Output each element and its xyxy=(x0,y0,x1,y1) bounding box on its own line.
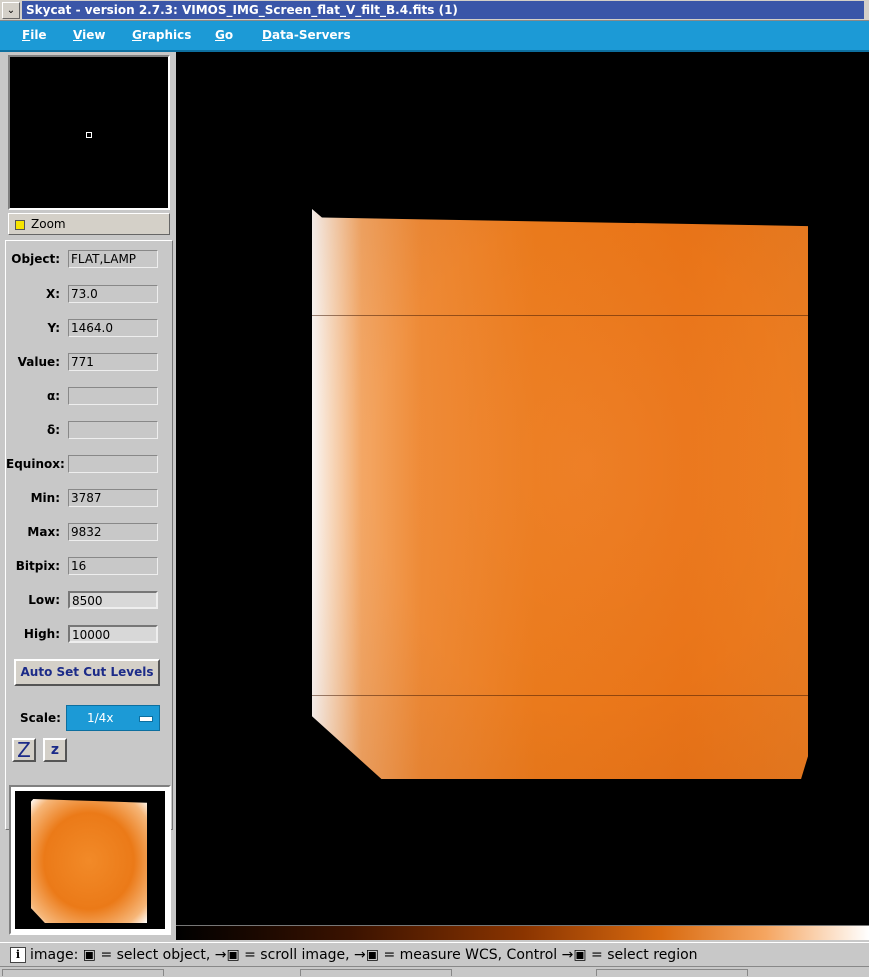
thumbnail-background xyxy=(15,791,165,929)
max-label: Max: xyxy=(27,525,60,539)
value-label: Value: xyxy=(17,355,60,369)
menu-graphics[interactable]: Graphics xyxy=(132,28,191,42)
chevron-down-icon[interactable]: ⌄ xyxy=(2,2,20,19)
zoom-indicator-icon xyxy=(15,220,25,230)
object-field: FLAT,LAMP xyxy=(68,250,158,268)
status-bar: i image: ▣ = select object, →▣ = scroll … xyxy=(0,942,869,967)
image-display[interactable] xyxy=(176,52,869,925)
detector-row-line xyxy=(312,695,808,696)
alpha-label: α: xyxy=(46,389,60,403)
auto-set-cut-levels-button[interactable]: Auto Set Cut Levels xyxy=(14,659,160,686)
zoom-out-button[interactable]: z xyxy=(43,738,67,762)
title-bar: ⌄ Skycat - version 2.7.3: VIMOS_IMG_Scre… xyxy=(0,0,869,21)
zoom-label: Zoom xyxy=(31,217,66,231)
equinox-field xyxy=(68,455,158,473)
image-shading xyxy=(312,209,808,779)
taskbar-segment xyxy=(596,969,748,976)
object-label: Object: xyxy=(11,252,60,266)
info-icon: i xyxy=(10,947,26,963)
menu-view[interactable]: View xyxy=(73,28,105,42)
y-field: 1464.0 xyxy=(68,319,158,337)
high-cut-input[interactable]: 10000 xyxy=(68,625,158,643)
alpha-field xyxy=(68,387,158,405)
menu-go[interactable]: Go xyxy=(215,28,233,42)
taskbar-segment xyxy=(2,969,164,976)
value-field: 771 xyxy=(68,353,158,371)
menu-data-servers[interactable]: Data-Servers xyxy=(262,28,351,42)
taskbar-segment xyxy=(300,969,452,976)
high-label: High: xyxy=(23,627,60,641)
x-label: X: xyxy=(45,287,60,301)
y-label: Y: xyxy=(47,321,60,335)
option-menu-indicator-icon xyxy=(139,716,153,722)
flat-field-image[interactable] xyxy=(312,209,808,779)
menu-bar: File View Graphics Go Data-Servers xyxy=(0,21,869,52)
x-field: 73.0 xyxy=(68,285,158,303)
thumbnail-panner[interactable] xyxy=(9,785,171,935)
zoom-in-button[interactable]: Z xyxy=(12,738,36,762)
delta-label: δ: xyxy=(46,423,60,437)
bitpix-field: 16 xyxy=(68,557,158,575)
pan-marker[interactable] xyxy=(86,132,92,138)
control-panel: Zoom Object: FLAT,LAMP X: 73.0 Y: 1464.0… xyxy=(0,52,176,942)
min-field: 3787 xyxy=(68,489,158,507)
info-panel: Object: FLAT,LAMP X: 73.0 Y: 1464.0 Valu… xyxy=(5,240,173,830)
low-label: Low: xyxy=(28,593,60,607)
pan-window[interactable] xyxy=(8,55,170,210)
colorbar[interactable] xyxy=(176,925,869,940)
menu-file[interactable]: File xyxy=(22,28,47,42)
scale-label: Scale: xyxy=(20,711,61,725)
window-title: Skycat - version 2.7.3: VIMOS_IMG_Screen… xyxy=(22,1,864,19)
zoom-toggle[interactable]: Zoom xyxy=(8,213,170,235)
min-label: Min: xyxy=(30,491,60,505)
equinox-label: Equinox: xyxy=(6,457,65,471)
bitpix-label: Bitpix: xyxy=(15,559,60,573)
delta-field xyxy=(68,421,158,439)
max-field: 9832 xyxy=(68,523,158,541)
detector-row-line xyxy=(312,315,808,316)
scale-value: 1/4x xyxy=(87,711,114,725)
taskbar-strip xyxy=(0,966,869,977)
low-cut-input[interactable]: 8500 xyxy=(68,591,158,609)
scale-select[interactable]: 1/4x xyxy=(66,705,160,731)
thumbnail-image xyxy=(31,799,147,923)
status-text: image: ▣ = select object, →▣ = scroll im… xyxy=(30,947,698,963)
